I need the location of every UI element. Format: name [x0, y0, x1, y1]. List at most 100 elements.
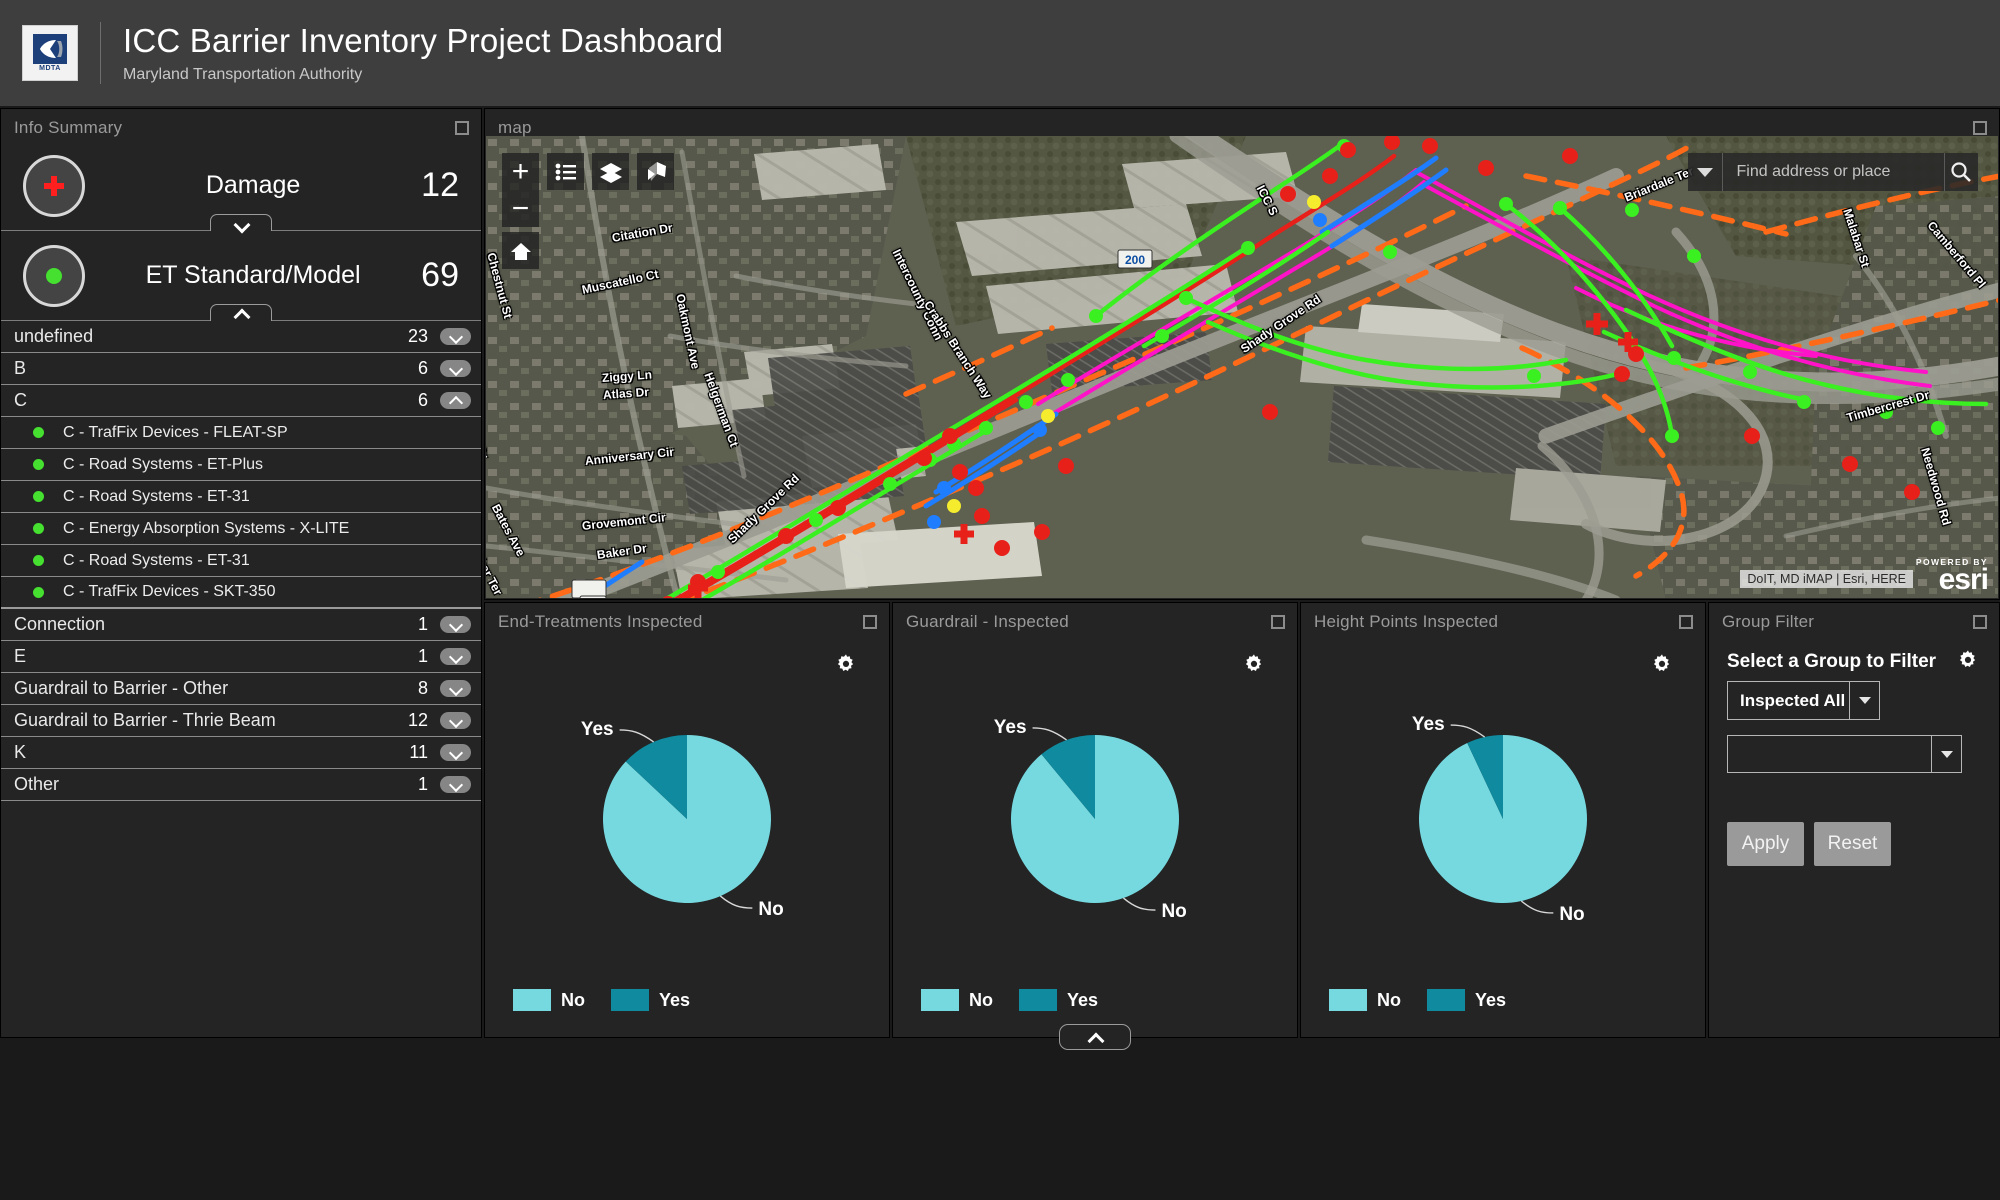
gear-icon[interactable]: [1955, 647, 1981, 673]
home-button[interactable]: [502, 232, 539, 269]
group-filter-heading: Select a Group to Filter: [1727, 651, 1937, 672]
category-expand-toggle[interactable]: [440, 776, 471, 793]
category-child-row[interactable]: C - Road Systems - ET-31: [1, 481, 481, 513]
group-filter-expand-icon[interactable]: [1973, 615, 1987, 629]
category-row[interactable]: K 11: [1, 737, 481, 769]
value-select[interactable]: [1727, 735, 1962, 773]
map-imagery: 200: [486, 136, 1998, 598]
search-icon[interactable]: [1943, 153, 1979, 191]
info-summary-panel: Info Summary Damage 12 ET Standard/Model 69…: [0, 108, 482, 1038]
page-title: ICC Barrier Inventory Project Dashboard: [123, 22, 724, 60]
status-dot-icon: [33, 491, 44, 502]
pie-label-no: No: [1161, 901, 1186, 922]
category-child-row[interactable]: C - TrafFix Devices - SKT-350: [1, 577, 481, 609]
chart-title: End-Treatments Inspected: [498, 612, 703, 631]
legend-icon[interactable]: [547, 153, 584, 190]
indicator-et-standard-model[interactable]: ET Standard/Model 69: [1, 231, 481, 321]
zoom-in-button[interactable]: +: [502, 153, 539, 190]
layers-icon[interactable]: [592, 153, 629, 190]
chart-expand-icon[interactable]: [863, 615, 877, 629]
legend-label: Yes: [659, 989, 691, 1010]
mdta-logo-text: MDTA: [39, 65, 61, 72]
esri-logo: POWERED BY esri: [1916, 557, 1989, 594]
map-title: map: [498, 118, 532, 137]
status-dot-icon: [33, 586, 44, 598]
group-select[interactable]: Inspected All: [1727, 681, 1880, 720]
chart-legend: No Yes: [921, 989, 1124, 1011]
reset-button[interactable]: Reset: [1814, 822, 1891, 866]
chevron-down-icon: [449, 330, 462, 343]
chevron-down-icon: [1696, 167, 1713, 177]
category-count: 1: [417, 774, 428, 794]
chart-expand-icon[interactable]: [1679, 615, 1693, 629]
category-expand-toggle[interactable]: [440, 616, 471, 633]
category-expand-toggle[interactable]: [440, 328, 471, 345]
map-search[interactable]: [1688, 153, 1978, 191]
status-dot-icon: [33, 427, 44, 438]
legend-swatch: [921, 989, 959, 1011]
chevron-down-icon: [449, 362, 462, 375]
category-row[interactable]: E1: [1, 641, 481, 673]
category-row[interactable]: Connection 1: [1, 609, 481, 641]
panel-collapse-toggle[interactable]: [1059, 1024, 1131, 1050]
chevron-down-icon[interactable]: [1931, 736, 1961, 772]
chevron-down-icon: [449, 650, 462, 663]
category-count: 23: [407, 326, 428, 346]
pie-label-no: No: [1559, 904, 1584, 925]
draw-icon[interactable]: [637, 153, 674, 190]
category-expand-toggle[interactable]: [440, 360, 471, 377]
group-filter-title: Group Filter: [1722, 612, 1815, 631]
category-row[interactable]: Guardrail to Barrier - Thrie Beam 12: [1, 705, 481, 737]
pie-chart[interactable]: Yes No: [485, 665, 889, 965]
category-expand-toggle[interactable]: [440, 648, 471, 665]
category-row[interactable]: C6: [1, 385, 481, 417]
category-expand-toggle[interactable]: [440, 712, 471, 729]
pie-chart[interactable]: Yes No: [893, 665, 1297, 965]
category-row[interactable]: Other 1: [1, 769, 481, 801]
category-child-row[interactable]: C - TrafFix Devices - FLEAT-SP: [1, 417, 481, 449]
category-row[interactable]: B6: [1, 353, 481, 385]
chevron-down-icon: [449, 682, 462, 695]
map-canvas[interactable]: 200 Citation DrMuscatello CtChestnut StS…: [486, 136, 1998, 598]
indicator-toggle[interactable]: [210, 304, 272, 321]
legend-swatch: [1019, 989, 1057, 1011]
category-label: Connection: [14, 614, 106, 634]
svg-text:200: 200: [1125, 253, 1145, 267]
chevron-down-icon: [235, 217, 248, 230]
map-panel: map 200 Citation Dr Muscatello Ct Chestn…: [484, 108, 2000, 600]
category-label: Guardrail to Barrier - Thrie Beam: [14, 710, 276, 730]
search-source-dropdown[interactable]: [1688, 153, 1723, 191]
category-child-row[interactable]: C - Road Systems - ET-31: [1, 545, 481, 577]
group-filter-panel: Group Filter Select a Group to Filter In…: [1708, 602, 2000, 1038]
map-expand-icon[interactable]: [1973, 121, 1987, 135]
chart-panel-guardrail: Guardrail - Inspected Yes No No Yes: [892, 602, 1298, 1050]
mdta-logo: MDTA: [22, 25, 78, 81]
apply-button[interactable]: Apply: [1727, 822, 1804, 866]
category-child-label: C - TrafFix Devices - SKT-350: [63, 583, 276, 600]
search-input[interactable]: [1722, 163, 1944, 181]
category-child-row[interactable]: C - Road Systems - ET-Plus: [1, 449, 481, 481]
pie-leader-line: [1520, 900, 1554, 914]
indicator-damage[interactable]: Damage 12: [1, 141, 481, 231]
pie-label-no: No: [758, 899, 783, 920]
chevron-up-icon: [235, 307, 248, 320]
indicator-toggle[interactable]: [210, 214, 272, 231]
mdta-logo-mark: [33, 34, 67, 64]
category-expand-toggle[interactable]: [440, 680, 471, 697]
pie-leader-line: [1123, 897, 1156, 911]
status-dot-icon: [33, 459, 44, 470]
pie-chart[interactable]: Yes No: [1301, 665, 1705, 965]
chevron-down-icon[interactable]: [1849, 682, 1879, 719]
chart-title: Guardrail - Inspected: [906, 612, 1069, 631]
chart-expand-icon[interactable]: [1271, 615, 1285, 629]
green-dot-icon-glyph: [46, 267, 62, 284]
category-row[interactable]: undefined 23: [1, 321, 481, 353]
category-row[interactable]: Guardrail to Barrier - Other 8: [1, 673, 481, 705]
category-child-row[interactable]: C - Energy Absorption Systems - X-LITE: [1, 513, 481, 545]
category-expand-toggle[interactable]: [440, 392, 471, 409]
category-expand-toggle[interactable]: [440, 744, 471, 761]
zoom-out-button[interactable]: −: [502, 190, 539, 227]
info-summary-expand-icon[interactable]: [455, 121, 469, 135]
category-label: undefined: [14, 326, 94, 346]
category-label: C: [14, 390, 27, 410]
